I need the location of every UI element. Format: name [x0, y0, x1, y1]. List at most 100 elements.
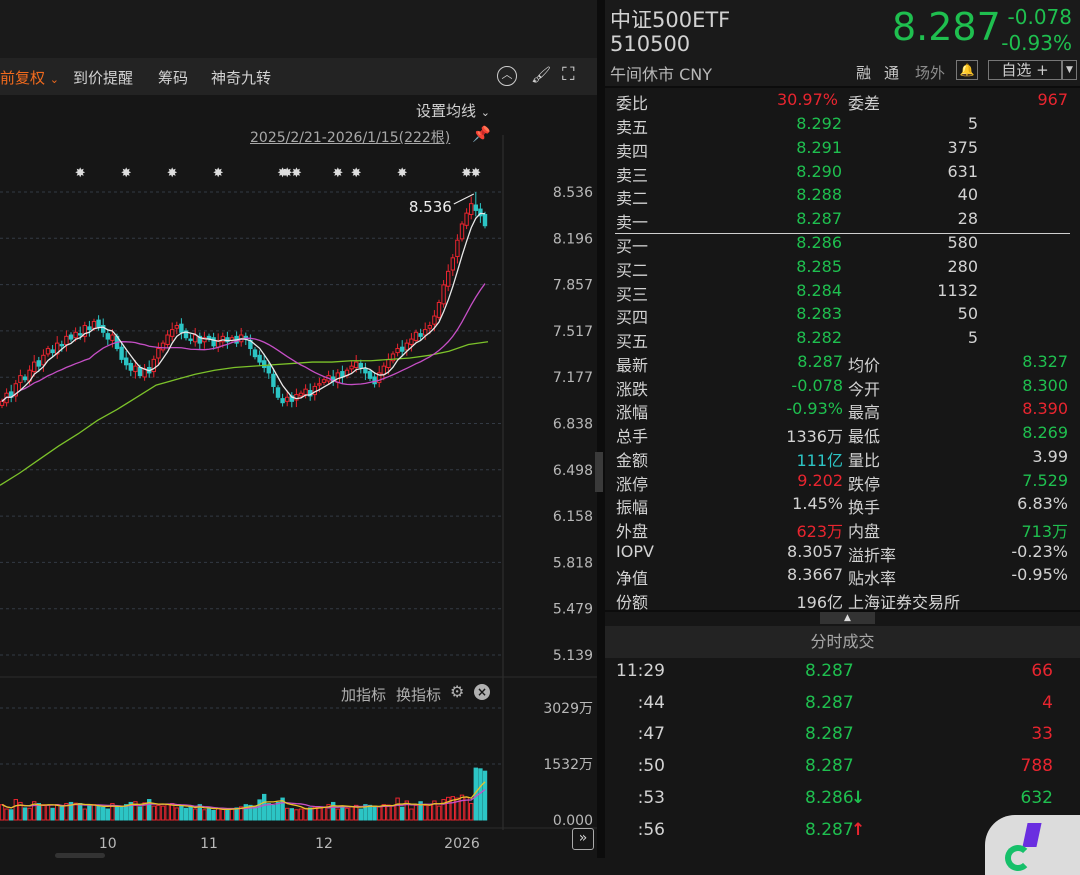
bell-icon[interactable]: 🔔 — [956, 60, 978, 80]
candle-up — [165, 334, 170, 345]
date-range-link[interactable]: 2025/2/21-2026/1/15(222根) — [250, 127, 450, 147]
ask-row[interactable]: 卖四 8.291 375 — [605, 137, 1080, 161]
level-label: 卖四 — [616, 141, 649, 161]
volume-bar-up — [390, 804, 396, 821]
stat-row: 涨幅 -0.93% 最高 8.390 — [605, 398, 1080, 422]
close-icon[interactable]: × — [474, 684, 490, 700]
price-axis-label: 6.158 — [553, 509, 593, 525]
fullscreen-icon[interactable]: ⛶ — [562, 64, 575, 85]
stat-label: 金额 — [616, 450, 649, 470]
level-volume: 28 — [957, 209, 978, 229]
gear-icon[interactable]: ⚙ — [450, 682, 464, 701]
chip-distribution-button[interactable]: 筹码 — [158, 67, 188, 88]
tick-time: :44 — [637, 692, 665, 713]
volume-bar-down — [78, 803, 83, 821]
volume-bar-up — [409, 808, 414, 821]
stat-value: 30.97% — [776, 90, 838, 109]
candle-up — [174, 325, 180, 329]
adjust-dropdown[interactable]: 前复权 ⌄ — [0, 67, 59, 88]
candle-down — [363, 368, 368, 374]
adjust-label: 前复权 — [0, 69, 46, 87]
stat-label: 涨停 — [616, 474, 649, 494]
scrollbar-thumb[interactable] — [55, 853, 105, 858]
event-marker-icon: ✸ — [121, 166, 132, 181]
panel-divider[interactable] — [597, 0, 605, 858]
stat-label: 最高 — [848, 403, 881, 423]
volume-bar-down — [289, 808, 295, 821]
tick-time: 11:29 — [616, 661, 665, 681]
stat-row: 份额 196亿 上海证券交易所 — [605, 588, 1080, 612]
candle-up — [18, 375, 23, 383]
volume-bar-up — [229, 808, 235, 821]
tick-volume: 632 — [1020, 787, 1053, 808]
bid-row[interactable]: 买一 8.286 580 — [605, 232, 1080, 256]
stat-label: 换手 — [848, 498, 881, 518]
price-axis-label: 7.177 — [553, 370, 593, 386]
tick-price: 8.287 — [805, 724, 854, 745]
volume-bar-down — [59, 806, 64, 821]
arrow-down-icon: ↓ — [851, 787, 866, 808]
otc-tag[interactable]: 场外 — [915, 62, 945, 83]
time-axis-label: 11 — [200, 836, 218, 852]
volume-bar-down — [262, 793, 267, 821]
panel-collapse-tab[interactable] — [595, 452, 603, 492]
ask-row[interactable]: 卖一 8.287 28 — [605, 208, 1080, 232]
candle-up — [381, 365, 387, 375]
stat-value: 623万 — [796, 521, 843, 541]
margin-tag[interactable]: 融 — [856, 62, 871, 83]
candle-down — [124, 357, 129, 366]
candle-up — [193, 334, 198, 343]
stat-value: 9.202 — [797, 470, 843, 490]
candle-up — [423, 329, 428, 336]
switch-indicator-button[interactable]: 换指标 — [396, 684, 441, 705]
level-volume: 631 — [947, 161, 978, 181]
tick-row[interactable]: :53 8.286 ↓ 632 — [605, 787, 1080, 817]
ma-settings-dropdown[interactable]: 设置均线 ⌄ — [416, 100, 490, 121]
level-price: 8.284 — [796, 280, 842, 300]
brush-icon[interactable]: 🖌 — [531, 65, 551, 84]
tick-row[interactable]: :50 8.287 788 — [605, 755, 1080, 785]
volume-bar-up — [13, 799, 19, 821]
bid-row[interactable]: 买三 8.284 1132 — [605, 280, 1080, 304]
floating-assistant-logo[interactable] — [985, 815, 1080, 875]
candle-down — [87, 326, 92, 331]
tick-row[interactable]: :47 8.287 33 — [605, 723, 1080, 753]
magic-nine-button[interactable]: 神奇九转 — [211, 67, 271, 88]
tick-price: 8.287 — [805, 756, 854, 777]
bid-row[interactable]: 买二 8.285 280 — [605, 256, 1080, 280]
connect-tag[interactable]: 通 — [884, 62, 899, 83]
pin-icon[interactable]: 📌 — [472, 125, 491, 143]
ask-row[interactable]: 卖二 8.288 40 — [605, 184, 1080, 208]
bid-row[interactable]: 买五 8.282 5 — [605, 327, 1080, 351]
scroll-right-button[interactable]: » — [572, 828, 594, 850]
collapse-up-icon[interactable]: ︿ — [497, 66, 517, 86]
expand-up-icon[interactable]: ▲ — [820, 612, 875, 624]
add-indicator-button[interactable]: 加指标 — [341, 684, 386, 705]
stat-value: -0.95% — [1011, 565, 1068, 585]
level-label: 买五 — [616, 332, 649, 352]
stat-label: 净值 — [616, 569, 649, 589]
watchlist-dropdown-icon[interactable]: ▼ — [1062, 60, 1077, 80]
last-price: 8.287 — [892, 5, 1001, 49]
tick-row[interactable]: 11:29 8.287 66 — [605, 660, 1080, 690]
candle-up — [45, 348, 51, 355]
bid-row[interactable]: 买四 8.283 50 — [605, 303, 1080, 327]
volume-axis-label: 1532万 — [543, 757, 593, 773]
tick-row[interactable]: :44 8.287 4 — [605, 692, 1080, 722]
candle-down — [252, 349, 258, 358]
candle-up — [450, 257, 456, 271]
candle-down — [262, 360, 267, 368]
ask-row[interactable]: 卖三 8.290 631 — [605, 161, 1080, 185]
price-change: -0.078 — [1007, 5, 1072, 29]
stat-label: 委比 — [616, 94, 649, 113]
ask-row[interactable]: 卖五 8.292 5 — [605, 113, 1080, 137]
level-price: 8.287 — [796, 209, 842, 229]
candle-up — [133, 365, 138, 373]
candle-down — [275, 387, 281, 398]
price-alert-button[interactable]: 到价提醒 — [73, 67, 133, 88]
tick-volume: 33 — [1031, 724, 1053, 745]
add-watchlist-button[interactable]: 自选 + — [988, 60, 1062, 80]
stat-row: 最新 8.287 均价 8.327 — [605, 351, 1080, 375]
time-axis-label: 12 — [315, 836, 333, 852]
kline-chart[interactable]: 8.536 8.196 7.857 7.517 7.177 6.838 6.498 6.158… — [0, 95, 597, 858]
